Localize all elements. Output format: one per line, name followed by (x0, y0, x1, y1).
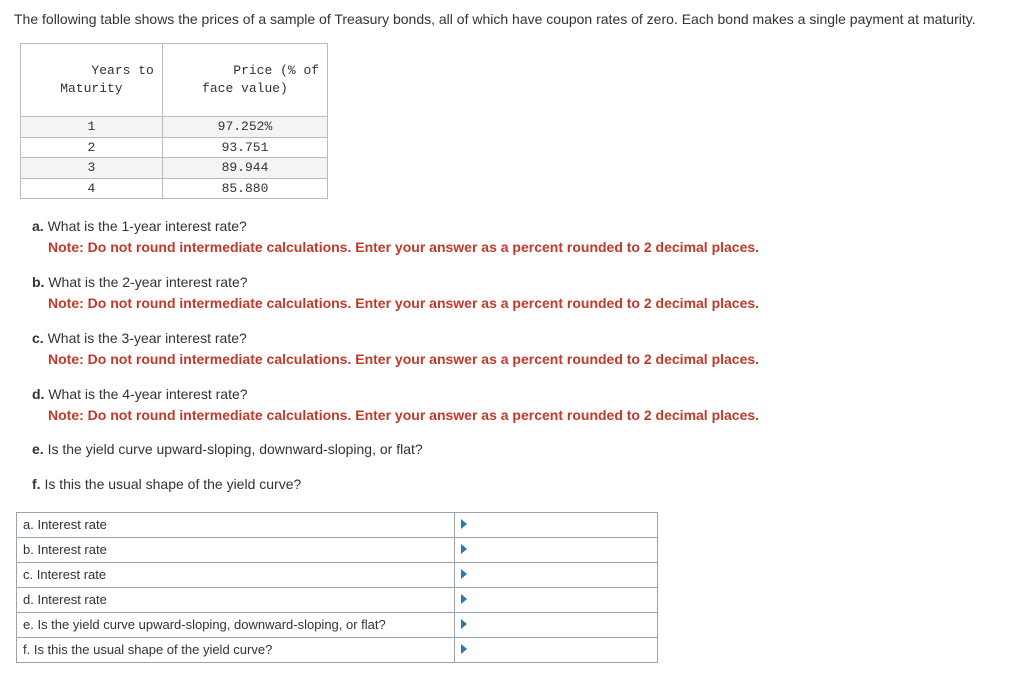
note-a: Note: Do not round intermediate calculat… (48, 238, 1010, 257)
bond-price-table: Years toMaturity Price (% offace value) … (20, 43, 328, 199)
answer-label-b: b. Interest rate (17, 538, 455, 563)
table-row: 293.751 (21, 137, 328, 158)
answer-label-e: e. Is the yield curve upward-sloping, do… (17, 613, 455, 638)
note-d: Note: Do not round intermediate calculat… (48, 406, 1010, 425)
answer-input-f[interactable] (461, 640, 651, 660)
note-c: Note: Do not round intermediate calculat… (48, 350, 1010, 369)
question-e: e. Is the yield curve upward-sloping, do… (32, 440, 1010, 459)
answer-input-e[interactable] (461, 615, 651, 635)
answer-label-a: a. Interest rate (17, 513, 455, 538)
table-row: 197.252% (21, 117, 328, 138)
table-row: 389.944 (21, 158, 328, 179)
answer-input-d[interactable] (461, 590, 651, 610)
intro-text: The following table shows the prices of … (14, 10, 994, 29)
answer-label-f: f. Is this the usual shape of the yield … (17, 638, 455, 663)
answer-label-d: d. Interest rate (17, 588, 455, 613)
question-b: b. What is the 2-year interest rate? Not… (32, 273, 1010, 313)
note-b: Note: Do not round intermediate calculat… (48, 294, 1010, 313)
question-d: d. What is the 4-year interest rate? Not… (32, 385, 1010, 425)
answer-input-a[interactable] (461, 515, 651, 535)
question-f: f. Is this the usual shape of the yield … (32, 475, 1010, 494)
table-row: 485.880 (21, 178, 328, 199)
col-header-price: Price (% offace value) (162, 43, 327, 116)
question-c: c. What is the 3-year interest rate? Not… (32, 329, 1010, 369)
question-list: a. What is the 1-year interest rate? Not… (32, 217, 1010, 494)
answer-label-c: c. Interest rate (17, 563, 455, 588)
col-header-years: Years toMaturity (21, 43, 163, 116)
answer-table: a. Interest rate b. Interest rate c. Int… (16, 512, 658, 663)
answer-input-c[interactable] (461, 565, 651, 585)
answer-input-b[interactable] (461, 540, 651, 560)
question-a: a. What is the 1-year interest rate? Not… (32, 217, 1010, 257)
